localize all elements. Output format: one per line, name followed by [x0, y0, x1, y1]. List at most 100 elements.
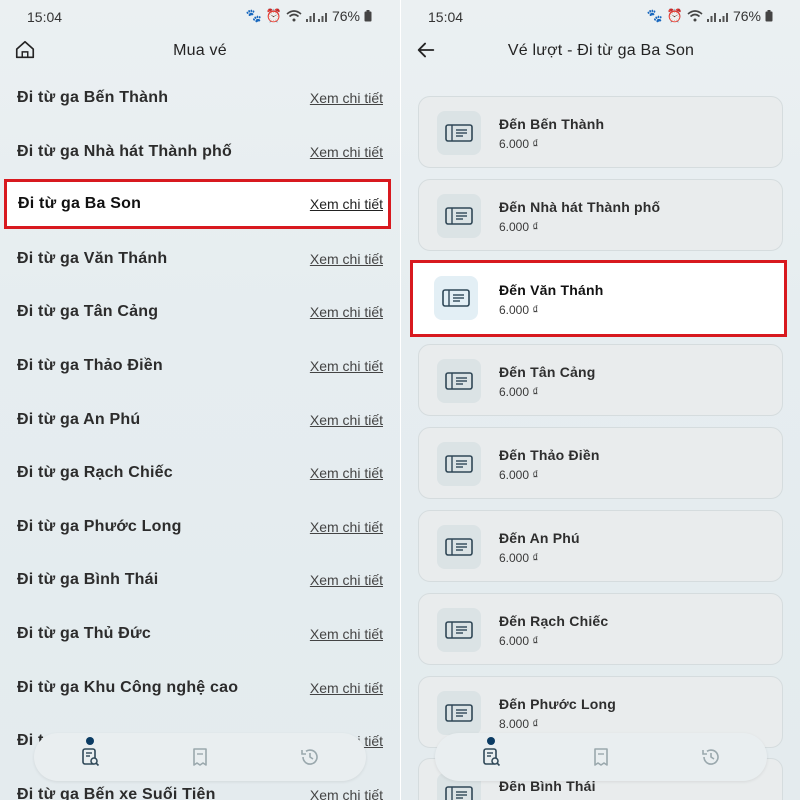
station-label: Đi từ ga Nhà hát Thành phố: [17, 142, 232, 160]
station-row-selected[interactable]: Đi từ ga Ba Son Xem chi tiết: [4, 179, 391, 230]
ticket-card-selected[interactable]: Đến Văn Thánh 6.000 ₫: [410, 259, 787, 337]
ticket-icon: [437, 111, 481, 155]
view-details-link[interactable]: Xem chi tiết: [310, 412, 383, 428]
status-bar: 15:04 🐾 ⏰ 76%: [0, 0, 400, 34]
view-details-link[interactable]: Xem chi tiết: [310, 144, 383, 160]
history-icon: [702, 749, 719, 765]
left-screen: 15:04 🐾 ⏰ 76% Mua vé Đi từ ga Bến Thành X…: [0, 0, 400, 800]
header: Mua vé: [0, 34, 400, 70]
station-row[interactable]: Đi từ ga Bình Thái Xem chi tiết: [0, 556, 400, 604]
station-label: Đi từ ga An Phú: [17, 410, 141, 428]
ticket-card[interactable]: Đến Tân Cảng 6.000 ₫: [418, 344, 783, 417]
view-details-link[interactable]: Xem chi tiết: [310, 787, 383, 800]
ticket-destination: Đến Bến Thành: [499, 116, 605, 132]
view-details-link[interactable]: Xem chi tiết: [310, 304, 383, 320]
ticket-icon: [434, 275, 478, 320]
right-screen: 15:04 🐾 ⏰ 76% Vé lượt - Đi từ ga Ba Son …: [401, 0, 800, 800]
bookmark-ticket-icon: [594, 748, 608, 766]
ticket-price: 6.000 ₫: [499, 302, 539, 317]
active-dot: [487, 737, 495, 745]
station-row[interactable]: Đi từ ga An Phú Xem chi tiết: [0, 396, 400, 444]
status-time: 15:04: [428, 9, 464, 25]
station-label: Đi từ ga Bến Thành: [17, 89, 169, 106]
paw-icon: 🐾: [646, 8, 663, 23]
nav-item-tickets[interactable]: [78, 737, 102, 769]
ticket-card[interactable]: Đến An Phú 6.000 ₫: [418, 510, 783, 582]
ticket-price: 6.000 ₫: [499, 137, 539, 151]
view-details-link[interactable]: Xem chi tiết: [310, 465, 383, 481]
station-label: Đi từ ga Khu Công nghệ cao: [17, 678, 239, 696]
view-details-link[interactable]: Xem chi tiết: [310, 358, 383, 374]
wifi-icon: [286, 10, 302, 22]
view-details-link[interactable]: Xem chi tiết: [310, 626, 383, 642]
ticket-price: 6.000 ₫: [499, 468, 539, 483]
station-label: Đi từ ga Văn Thánh: [17, 249, 168, 267]
nav-item-history[interactable]: [298, 745, 322, 769]
nav-item-saved[interactable]: [589, 745, 613, 769]
ticket-destination: Đến Rạch Chiếc: [499, 612, 609, 629]
ticket-destination: Đến Thảo Điền: [499, 447, 600, 464]
alarm-icon: ⏰: [265, 8, 282, 23]
nav-item-saved[interactable]: [188, 745, 212, 769]
battery-level: 76%: [732, 8, 761, 24]
battery-level: 76%: [331, 8, 360, 24]
station-row[interactable]: Đi từ ga Văn Thánh Xem chi tiết: [0, 235, 400, 283]
ticket-destination: Đến An Phú: [499, 530, 580, 546]
ticket-price: 6.000 ₫: [499, 551, 539, 565]
ticket-search-icon: [483, 748, 501, 767]
nav-item-history[interactable]: [699, 745, 723, 769]
ticket-search-icon: [82, 748, 100, 767]
signal-icon: [706, 12, 728, 22]
ticket-card[interactable]: Đến Bến Thành 6.000 ₫: [418, 96, 783, 168]
bottom-nav: [34, 733, 366, 781]
ticket-card[interactable]: Đến Nhà hát Thành phố 6.000 ₫: [418, 178, 783, 251]
station-row[interactable]: Đi từ ga Rạch Chiếc Xem chi tiết: [0, 449, 400, 497]
ticket-icon: [437, 690, 481, 735]
station-row[interactable]: Đi từ ga Phước Long Xem chi tiết: [0, 503, 400, 551]
view-details-link[interactable]: Xem chi tiết: [310, 196, 383, 212]
view-details-link[interactable]: Xem chi tiết: [310, 572, 383, 588]
ticket-icon: [437, 525, 481, 569]
signal-icon: [305, 12, 327, 22]
ticket-price: 6.000 ₫: [499, 385, 539, 400]
ticket-icon: [437, 193, 481, 238]
station-label: Đi từ ga Bình Thái: [17, 571, 159, 589]
status-time: 15:04: [27, 9, 63, 25]
station-label: Đi từ ga Rạch Chiếc: [17, 464, 173, 482]
page-title: Mua vé: [173, 42, 227, 59]
ticket-destination: Đến Nhà hát Thành phố: [499, 198, 661, 215]
view-details-link[interactable]: Xem chi tiết: [310, 519, 383, 535]
battery-icon: [765, 10, 773, 22]
ticket-price: 8.000 ₫: [499, 716, 539, 731]
station-row[interactable]: Đi từ ga Tân Cảng Xem chi tiết: [0, 288, 400, 336]
station-label: Đi từ ga Ba Son: [18, 195, 142, 213]
ticket-card[interactable]: Đến Rạch Chiếc 6.000 ₫: [418, 592, 783, 665]
station-row[interactable]: Đi từ ga Thảo Điền Xem chi tiết: [0, 342, 400, 390]
status-icons: 🐾 ⏰ 76%: [246, 8, 372, 24]
view-details-link[interactable]: Xem chi tiết: [310, 90, 383, 106]
ticket-price: 6.000 ₫: [499, 633, 539, 648]
ticket-icon: [437, 442, 481, 487]
view-details-link[interactable]: Xem chi tiết: [310, 680, 383, 696]
station-label: Đi từ ga Thảo Điền: [17, 357, 163, 374]
station-label: Đi từ ga Phước Long: [17, 517, 182, 535]
ticket-destination: Đến Phước Long: [499, 695, 617, 712]
station-row[interactable]: Đi từ ga Bến Thành Xem chi tiết: [0, 74, 400, 122]
header: Vé lượt - Đi từ ga Ba Son: [401, 34, 800, 70]
status-bar: 15:04 🐾 ⏰ 76%: [401, 0, 800, 34]
station-row[interactable]: Đi từ ga Khu Công nghệ cao Xem chi tiết: [0, 664, 400, 712]
ticket-destination: Đến Tân Cảng: [499, 364, 596, 381]
station-label: Đi từ ga Thủ Đức: [17, 625, 151, 642]
wifi-icon: [687, 10, 703, 22]
ticket-card[interactable]: Đến Thảo Điền 6.000 ₫: [418, 427, 783, 500]
station-row[interactable]: Đi từ ga Nhà hát Thành phố Xem chi tiết: [0, 128, 400, 176]
battery-icon: [364, 10, 372, 22]
ticket-icon: [437, 359, 481, 404]
nav-item-tickets[interactable]: [479, 737, 503, 769]
status-icons: 🐾 ⏰ 76%: [647, 8, 773, 24]
ticket-icon: [437, 607, 481, 652]
view-details-link[interactable]: Xem chi tiết: [310, 251, 383, 267]
station-row[interactable]: Đi từ ga Thủ Đức Xem chi tiết: [0, 610, 400, 658]
paw-icon: 🐾: [245, 8, 262, 23]
station-label: Đi từ ga Tân Cảng: [17, 303, 159, 321]
